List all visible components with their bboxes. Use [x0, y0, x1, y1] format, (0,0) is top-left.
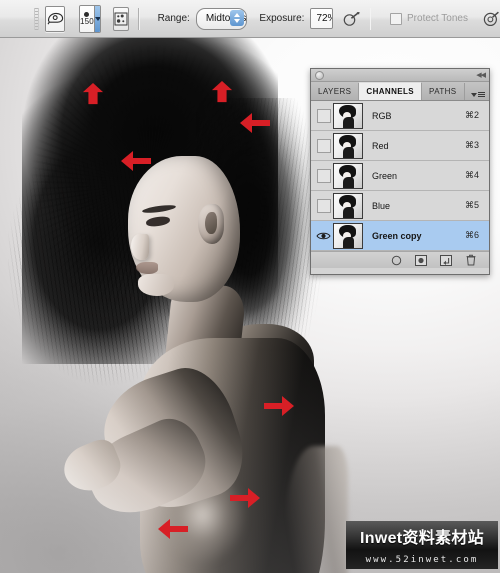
arrow-hair-right-upper — [238, 110, 272, 136]
channel-shortcut: ⌘3 — [464, 140, 479, 150]
options-divider-2 — [369, 7, 372, 30]
photoshop-options-bar: 150 Range: Midtones Exposure: 72% Protec — [0, 0, 500, 38]
brush-chevron-down-icon[interactable] — [93, 5, 101, 32]
range-label: Range: — [157, 13, 190, 24]
channel-name: RGB — [372, 110, 392, 121]
burn-tool-icon — [45, 6, 64, 31]
channel-name: Green copy — [372, 230, 422, 241]
channel-visibility-toggle[interactable] — [314, 198, 333, 213]
arrow-arm-side — [156, 516, 190, 542]
exposure-value: 72% — [311, 9, 332, 28]
channel-name: Blue — [372, 200, 391, 211]
arrow-hair-left-mid — [119, 148, 153, 174]
tablet-pressure-button[interactable] — [482, 8, 500, 30]
channel-row[interactable]: Red ⌘3 — [311, 131, 489, 161]
exposure-input[interactable]: 72% — [310, 8, 333, 29]
watermark-url: www.52inwet.com — [365, 554, 479, 565]
panel-tab-strip[interactable]: LAYERS CHANNELS PATHS — [311, 82, 489, 101]
channel-thumbnail — [333, 102, 363, 129]
channel-thumbnail — [333, 192, 363, 219]
brush-preset-face: 150 — [80, 5, 94, 32]
watermark-brand: Inwet资料素材站 — [360, 530, 484, 547]
collapse-double-arrow-icon[interactable]: ◀◀ — [476, 71, 486, 79]
channel-visibility-toggle[interactable] — [314, 108, 333, 123]
brush-tip-icon — [84, 11, 90, 17]
delete-channel-icon[interactable] — [465, 254, 477, 266]
panel-tab-layers[interactable]: LAYERS — [311, 83, 360, 100]
channel-shortcut: ⌘4 — [464, 170, 479, 180]
channel-row[interactable]: Green ⌘4 — [311, 161, 489, 191]
exposure-label: Exposure: — [259, 13, 305, 24]
arrow-hair-top-mid — [211, 80, 233, 104]
panel-tab-channels[interactable]: CHANNELS — [359, 82, 423, 100]
channel-thumbnail — [333, 132, 363, 159]
channel-shortcut: ⌘5 — [464, 200, 479, 210]
channels-panel-footer[interactable] — [311, 251, 489, 268]
channel-thumbnail — [333, 162, 363, 189]
panel-menu-icon[interactable] — [471, 92, 485, 97]
channel-row[interactable]: Green copy ⌘6 — [311, 221, 489, 251]
load-channel-as-selection-icon[interactable] — [390, 254, 402, 266]
channels-panel[interactable]: ◀◀ LAYERS CHANNELS PATHS RGB ⌘2 Red ⌘3 Green ⌘4… — [310, 68, 490, 275]
channel-visibility-toggle[interactable] — [314, 138, 333, 153]
panel-dot-icon[interactable] — [315, 70, 324, 80]
protect-tones-label: Protect Tones — [407, 13, 468, 24]
options-bar-gripper[interactable] — [34, 7, 39, 30]
channel-row[interactable]: Blue ⌘5 — [311, 191, 489, 221]
range-stepper-icon[interactable] — [230, 9, 245, 26]
panel-tab-paths[interactable]: PATHS — [422, 83, 465, 100]
active-tool-picker[interactable] — [44, 5, 65, 32]
protect-tones-checkbox[interactable]: Protect Tones — [390, 12, 468, 25]
arrow-back-mid — [228, 485, 262, 511]
airbrush-toggle-button[interactable] — [343, 8, 361, 30]
channel-row[interactable]: RGB ⌘2 — [311, 101, 489, 131]
arrow-hair-top-left — [82, 82, 104, 106]
save-selection-as-channel-icon[interactable] — [415, 254, 427, 266]
airbrush-icon — [343, 11, 360, 26]
channel-visibility-toggle[interactable] — [314, 168, 333, 183]
options-divider-1 — [138, 7, 140, 30]
channel-shortcut: ⌘2 — [464, 110, 479, 120]
channel-shortcut: ⌘6 — [464, 230, 479, 240]
channel-thumbnail — [333, 222, 363, 249]
brush-preset-picker[interactable]: 150 — [79, 4, 102, 33]
tablet-pressure-icon — [483, 11, 499, 26]
arrow-back-upper — [262, 393, 296, 419]
channel-visibility-eye-icon[interactable] — [314, 230, 333, 241]
create-new-channel-icon[interactable] — [440, 254, 452, 266]
brush-panel-icon — [114, 12, 128, 25]
channel-name: Red — [372, 140, 389, 151]
protect-tones-box[interactable] — [390, 12, 403, 25]
brush-size-value: 150 — [80, 16, 94, 26]
toggle-brush-panel-button[interactable] — [113, 6, 130, 31]
range-select[interactable]: Midtones — [195, 7, 248, 30]
channel-name: Green — [372, 170, 398, 181]
site-watermark: Inwet资料素材站 www.52inwet.com — [346, 521, 498, 569]
panel-titlebar[interactable]: ◀◀ — [311, 69, 489, 82]
channel-list[interactable]: RGB ⌘2 Red ⌘3 Green ⌘4 Blue ⌘5 Green copy ⌘6 — [311, 101, 489, 251]
